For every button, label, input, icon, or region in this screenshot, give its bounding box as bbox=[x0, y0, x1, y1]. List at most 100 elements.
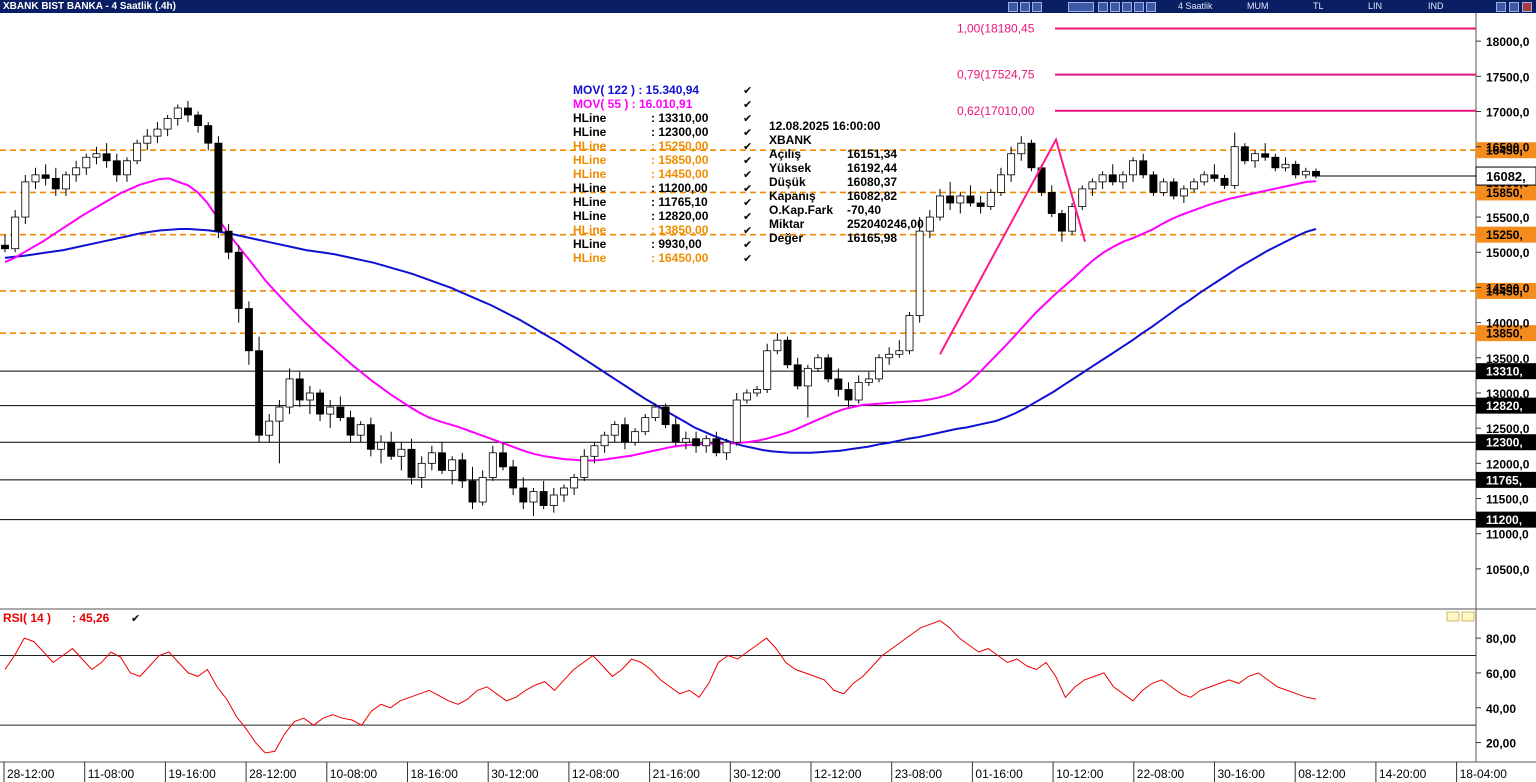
timeframe-label[interactable]: 4 Saatlik bbox=[1178, 0, 1213, 13]
candle-body-down bbox=[214, 142, 223, 232]
hline-price-label: 11200, bbox=[1486, 513, 1522, 527]
candle-body-down bbox=[620, 424, 629, 443]
candle-body-up bbox=[590, 445, 599, 457]
hline-legend-value: : 12300,00 bbox=[651, 125, 709, 139]
candle-body-up bbox=[854, 382, 863, 401]
candle-body-up bbox=[285, 378, 294, 408]
candle bbox=[732, 392, 741, 446]
candle-body-up bbox=[1190, 181, 1199, 190]
close-button[interactable] bbox=[1522, 2, 1532, 12]
candle bbox=[905, 312, 914, 355]
price-chart[interactable]: 1,00(18180,450,79(17524,750,62(17010,00 … bbox=[0, 13, 1536, 782]
rsi-check-icon: ✔ bbox=[131, 613, 140, 625]
fibonacci-label: 0,62(17010,00 bbox=[957, 104, 1035, 118]
candle bbox=[1027, 139, 1036, 172]
legend-check-icon: ✔ bbox=[743, 141, 752, 153]
time-label: 14-20:00 bbox=[1379, 767, 1427, 781]
mov122-legend: MOV( 122 ) : 15.340,94 bbox=[573, 83, 699, 97]
candle-body-up bbox=[1301, 170, 1310, 176]
candle-body-up bbox=[956, 195, 965, 204]
hline-legend-name: HLine bbox=[573, 111, 607, 125]
candle-body-up bbox=[864, 378, 873, 383]
candle-body-down bbox=[793, 364, 802, 387]
time-label: 08-12:00 bbox=[1298, 767, 1346, 781]
candle bbox=[824, 354, 833, 383]
mov55-legend: MOV( 55 ) : 16.010,91 bbox=[573, 97, 693, 111]
candle-body-up bbox=[427, 452, 436, 464]
rsi-tick-label: 40,00 bbox=[1486, 702, 1516, 716]
candle-body-down bbox=[661, 406, 670, 426]
legend-check-icon: ✔ bbox=[743, 169, 752, 181]
candle-body-up bbox=[814, 357, 822, 369]
candle-body-up bbox=[417, 462, 426, 478]
price-tick-label: 10500,0 bbox=[1486, 563, 1530, 577]
candle-body-down bbox=[41, 174, 50, 179]
candle-body-down bbox=[1169, 181, 1178, 197]
legend-check-icon: ✔ bbox=[743, 183, 752, 195]
legend-check-icon: ✔ bbox=[743, 155, 752, 167]
candle-body-up bbox=[803, 367, 812, 387]
candle-body-down bbox=[438, 452, 446, 471]
hline-legend-name: HLine bbox=[573, 251, 607, 265]
candle bbox=[1078, 185, 1087, 211]
legend-check-icon: ✔ bbox=[743, 127, 752, 139]
maximize-button[interactable] bbox=[1509, 2, 1519, 12]
info-symbol: XBANK bbox=[769, 133, 812, 147]
candle-body-up bbox=[1118, 174, 1127, 183]
candle bbox=[21, 174, 30, 225]
candle-body-up bbox=[1159, 181, 1168, 193]
toolbar-button[interactable] bbox=[1032, 2, 1042, 12]
candle-body-down bbox=[1108, 174, 1117, 183]
candle-body-down bbox=[692, 438, 701, 447]
chart-type-label[interactable]: MUM bbox=[1247, 0, 1269, 13]
scale-label[interactable]: LIN bbox=[1368, 0, 1382, 13]
candle-body-up bbox=[377, 441, 385, 450]
candle-body-up bbox=[1179, 188, 1188, 197]
candle-body-up bbox=[448, 459, 457, 471]
candle-body-down bbox=[244, 308, 253, 352]
candle-body-up bbox=[153, 128, 162, 137]
info-value: 252040246,00 bbox=[847, 217, 924, 231]
toolbar-button[interactable] bbox=[1008, 2, 1018, 12]
info-value: 16192,44 bbox=[847, 161, 897, 175]
toolbar-button[interactable] bbox=[1134, 2, 1144, 12]
candle-body-down bbox=[366, 424, 375, 450]
candle-body-down bbox=[183, 107, 192, 116]
panel-toggle-icon bbox=[1446, 611, 1460, 622]
candle-body-down bbox=[1240, 146, 1249, 162]
time-label: 23-08:00 bbox=[895, 767, 943, 781]
toolbar-button[interactable] bbox=[1068, 2, 1094, 12]
toolbar-button[interactable] bbox=[1098, 2, 1108, 12]
indicator-menu-label[interactable]: IND bbox=[1428, 0, 1444, 13]
candle-body-up bbox=[732, 399, 741, 443]
candle-body-up bbox=[610, 424, 619, 436]
candle-body-down bbox=[1, 244, 9, 250]
candle-body-down bbox=[671, 424, 680, 443]
rsi-line bbox=[4, 620, 1317, 754]
candle-body-down bbox=[336, 406, 345, 419]
price-tick-label: 14000,0 bbox=[1486, 317, 1530, 331]
toolbar-button[interactable] bbox=[1122, 2, 1132, 12]
candle-body-down bbox=[194, 114, 203, 126]
minimize-button[interactable] bbox=[1496, 2, 1506, 12]
candle-body-up bbox=[580, 455, 589, 478]
time-label: 01-16:00 bbox=[975, 767, 1023, 781]
info-value: 16151,34 bbox=[847, 147, 897, 161]
candle-body-up bbox=[11, 216, 20, 250]
toolbar-button[interactable] bbox=[1020, 2, 1030, 12]
candle bbox=[875, 354, 883, 383]
candle-body-down bbox=[834, 378, 843, 390]
legend-check-icon: ✔ bbox=[743, 225, 752, 237]
candle-body-up bbox=[925, 216, 934, 232]
candle-body-down bbox=[509, 466, 518, 489]
toolbar-button[interactable] bbox=[1110, 2, 1120, 12]
hline-legend-value: : 11200,00 bbox=[651, 181, 708, 195]
candle-body-up bbox=[600, 434, 609, 447]
currency-label[interactable]: TL bbox=[1313, 0, 1324, 13]
toolbar-button[interactable] bbox=[1146, 2, 1156, 12]
candle-body-up bbox=[275, 406, 284, 422]
candle-body-up bbox=[773, 339, 782, 352]
rsi-panel: 80,00 60,00 40,00 20,00 RSI( 14 ): 45,26 ✔ bbox=[0, 611, 1516, 754]
time-label: 12-08:00 bbox=[572, 767, 620, 781]
info-label: Düşük bbox=[769, 175, 806, 189]
